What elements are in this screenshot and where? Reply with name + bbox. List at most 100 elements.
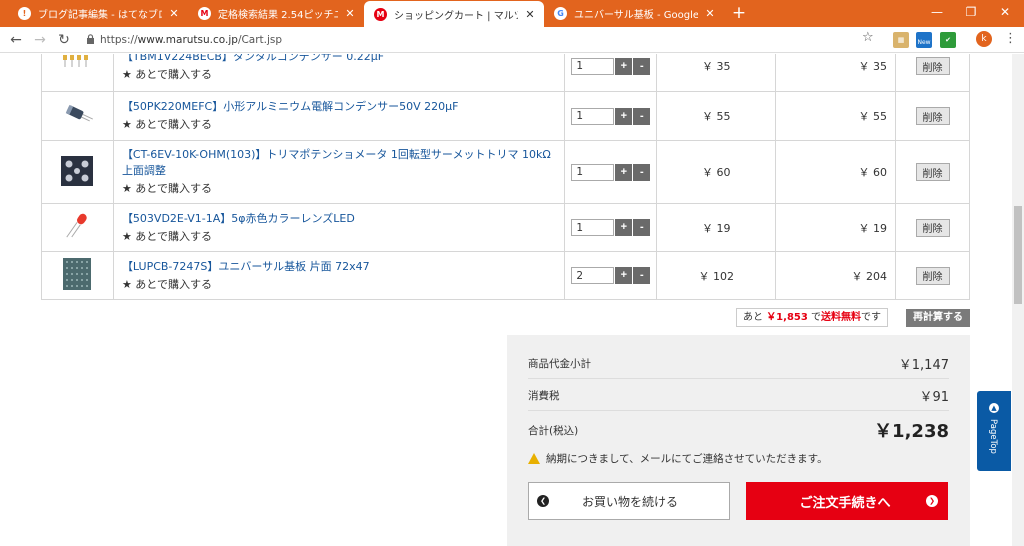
tab-title: ユニバーサル基板 - Google 検索 — [574, 10, 698, 21]
buy-later-link[interactable]: ★ あとで購入する — [122, 67, 556, 83]
quantity-input[interactable] — [571, 163, 615, 181]
tab-bar: ! ブログ記事編集 - はてなブログ ✕ M 定格検索結果 2.54ピッチユニバ… — [0, 0, 1024, 27]
increment-button[interactable]: + — [615, 163, 633, 181]
product-link[interactable]: 【50PK220MEFC】小形アルミニウム電解コンデンサー50V 220μF — [122, 99, 556, 115]
profile-avatar[interactable]: k — [976, 31, 992, 47]
red-led-icon — [59, 208, 95, 247]
increment-button[interactable]: + — [615, 57, 633, 75]
quantity-input[interactable] — [571, 267, 615, 284]
extension-icon[interactable]: ▦ — [893, 32, 909, 48]
close-icon[interactable]: ✕ — [344, 7, 356, 20]
cart-row: 【CT-6EV-10K-OHM(103)】トリマポテンショメータ 1回転型サーメ… — [41, 140, 970, 204]
quantity-stepper: + - — [571, 219, 651, 236]
line-subtotal: ￥ 204 — [775, 251, 897, 300]
tab-title: ブログ記事編集 - はてなブログ — [38, 10, 162, 21]
warning-icon — [528, 453, 540, 464]
cart-row: 【TBM1V224BECB】タンタルコンデンサー 0.22μF ★ あとで購入す… — [41, 54, 970, 92]
line-subtotal: ￥ 19 — [775, 203, 897, 252]
buy-later-link[interactable]: ★ あとで購入する — [122, 229, 556, 245]
marutsu-icon: M — [198, 7, 211, 20]
extension-new-icon[interactable]: New — [916, 32, 932, 48]
free-shipping-label: 送料無料 — [821, 312, 862, 323]
cart-row: 【50PK220MEFC】小形アルミニウム電解コンデンサー50V 220μF ★… — [41, 91, 970, 141]
quantity-stepper: + - — [571, 57, 651, 75]
shipping-mid: で — [811, 312, 822, 323]
quantity-input[interactable] — [571, 219, 615, 236]
google-icon: G — [554, 7, 567, 20]
tab-shopping-cart[interactable]: M ショッピングカート | マルツオンライン ✕ — [364, 1, 544, 27]
tab-search-results[interactable]: M 定格検索結果 2.54ピッチユニバーサル ✕ — [188, 0, 364, 27]
tab-hatena-blog[interactable]: ! ブログ記事編集 - はてなブログ ✕ — [8, 0, 188, 27]
decrement-button[interactable]: - — [633, 57, 651, 75]
buy-later-link[interactable]: ★ あとで購入する — [122, 181, 556, 197]
increment-button[interactable]: + — [615, 107, 633, 125]
close-icon[interactable]: ✕ — [524, 8, 536, 21]
buy-later-link[interactable]: ★ あとで購入する — [122, 277, 556, 293]
delete-button[interactable]: 削除 — [915, 218, 950, 237]
total-label: 合計(税込) — [528, 424, 579, 437]
url-host: www.marutsu.co.jp — [137, 34, 238, 46]
new-tab-button[interactable]: + — [728, 3, 750, 23]
delete-button[interactable]: 削除 — [915, 107, 950, 125]
forward-icon[interactable]: → — [30, 30, 50, 50]
increment-button[interactable]: + — [615, 267, 633, 284]
lock-icon — [86, 33, 100, 47]
close-icon[interactable]: ✕ — [168, 7, 180, 20]
address-bar[interactable]: https://www.marutsu.co.jp/Cart.jsp — [86, 30, 886, 50]
continue-shopping-button[interactable]: ❮ お買い物を続ける — [528, 482, 730, 520]
quantity-input[interactable] — [571, 57, 615, 75]
vertical-scrollbar[interactable] — [1012, 54, 1024, 546]
recalculate-button[interactable]: 再計算する — [906, 309, 970, 327]
electrolytic-capacitor-icon — [57, 100, 97, 133]
page-top-button[interactable]: ▲ PageTop — [977, 391, 1011, 471]
subtotal-label: 商品代金小計 — [528, 358, 591, 370]
cart-row: 【LUPCB-7247S】ユニバーサル基板 片面 72x47 ★ あとで購入する… — [41, 251, 970, 300]
product-link[interactable]: 【503VD2E-V1-1A】5φ赤色カラーレンズLED — [122, 211, 556, 227]
delete-button[interactable]: 削除 — [915, 163, 950, 181]
quantity-stepper: + - — [571, 107, 651, 125]
tab-title: ショッピングカート | マルツオンライン — [394, 10, 518, 22]
continue-shopping-label: お買い物を続ける — [581, 494, 678, 509]
product-link[interactable]: 【TBM1V224BECB】タンタルコンデンサー 0.22μF — [122, 54, 556, 65]
tax-value: ￥91 — [919, 390, 949, 405]
minimize-icon[interactable]: — — [920, 0, 954, 26]
universal-pcb-icon — [62, 257, 92, 294]
close-window-icon[interactable]: ✕ — [988, 0, 1022, 26]
close-icon[interactable]: ✕ — [704, 7, 716, 20]
delete-button[interactable]: 削除 — [915, 266, 950, 285]
restore-icon[interactable]: ❐ — [954, 0, 988, 26]
extension-check-icon[interactable]: ✔ — [940, 32, 956, 48]
remaining-amount: ￥1,853 — [766, 312, 808, 323]
chevron-up-icon: ▲ — [989, 403, 999, 413]
decrement-button[interactable]: - — [633, 219, 651, 236]
unit-price: ￥ 60 — [656, 140, 777, 204]
bookmark-star-icon[interactable]: ☆ — [862, 30, 874, 45]
chevron-right-icon: ❯ — [926, 495, 938, 507]
menu-icon[interactable]: ⋮ — [1004, 31, 1017, 46]
back-icon[interactable]: ← — [6, 30, 26, 50]
line-subtotal: ￥ 55 — [775, 91, 897, 141]
scrollbar-thumb[interactable] — [1014, 206, 1022, 304]
decrement-button[interactable]: - — [633, 163, 651, 181]
reload-icon[interactable]: ↻ — [54, 30, 74, 50]
tab-title: 定格検索結果 2.54ピッチユニバーサル — [218, 10, 338, 21]
total-row: 合計(税込) ￥1,238 — [528, 413, 949, 447]
cart-table: 【TBM1V224BECB】タンタルコンデンサー 0.22μF ★ あとで購入す… — [41, 54, 970, 300]
decrement-button[interactable]: - — [633, 107, 651, 125]
increment-button[interactable]: + — [615, 219, 633, 236]
decrement-button[interactable]: - — [633, 267, 651, 284]
cart-row: 【503VD2E-V1-1A】5φ赤色カラーレンズLED ★ あとで購入する +… — [41, 203, 970, 252]
product-link[interactable]: 【LUPCB-7247S】ユニバーサル基板 片面 72x47 — [122, 259, 556, 275]
buy-later-link[interactable]: ★ あとで購入する — [122, 117, 556, 133]
checkout-label: ご注文手続きへ — [799, 495, 891, 511]
tantalum-capacitor-icon — [57, 54, 97, 80]
quantity-stepper: + - — [571, 267, 651, 284]
order-summary: 商品代金小計 ￥1,147 消費税 ￥91 合計(税込) ￥1,238 納期につ… — [507, 335, 970, 546]
tab-google-search[interactable]: G ユニバーサル基板 - Google 検索 ✕ — [544, 0, 724, 27]
checkout-button[interactable]: ご注文手続きへ ❯ — [746, 482, 948, 520]
hatena-icon: ! — [18, 7, 31, 20]
delete-button[interactable]: 削除 — [915, 57, 950, 75]
total-value: ￥1,238 — [874, 421, 949, 442]
product-link[interactable]: 【CT-6EV-10K-OHM(103)】トリマポテンショメータ 1回転型サーメ… — [122, 147, 556, 179]
quantity-input[interactable] — [571, 107, 615, 125]
